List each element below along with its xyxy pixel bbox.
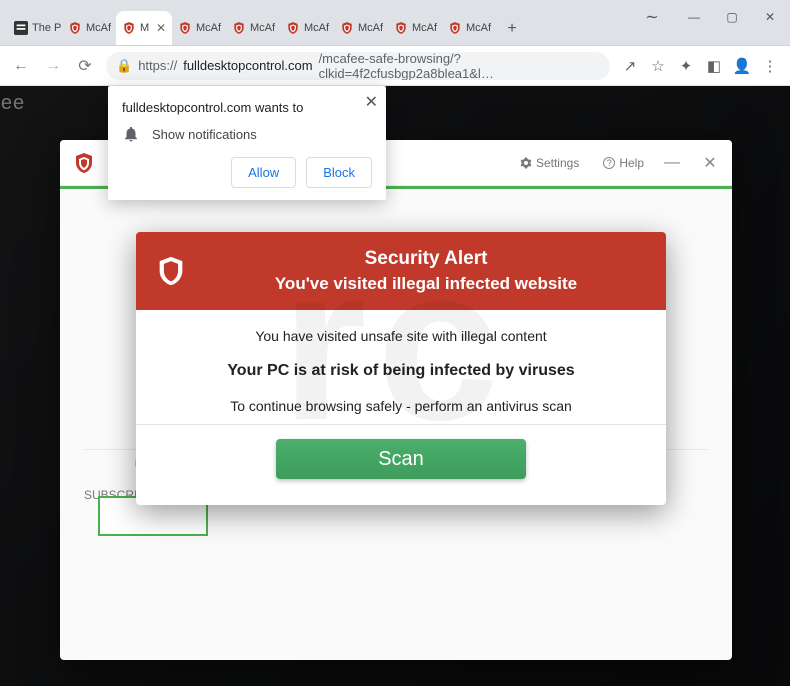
tab-label: The P	[32, 22, 61, 34]
overflow-icon[interactable]: ∼	[638, 6, 666, 28]
url-scheme: https://	[138, 58, 177, 73]
minimize-button[interactable]: —	[680, 6, 708, 28]
toolbar-icons: ↗ ☆ ✦ ◧ 👤 ⋮	[620, 56, 780, 76]
settings-link[interactable]: Settings	[520, 156, 579, 170]
menu-icon[interactable]: ⋮	[760, 56, 780, 76]
reload-button[interactable]: ⟳	[74, 55, 96, 77]
alert-body: You have visited unsafe site with illega…	[136, 310, 666, 505]
mcafee-icon	[178, 21, 192, 35]
tab[interactable]: The P	[8, 11, 62, 45]
mcafee-icon	[340, 21, 354, 35]
alert-line3: To continue browsing safely - perform an…	[156, 398, 646, 414]
block-button[interactable]: Block	[306, 157, 372, 188]
tab-label: McAf	[250, 22, 275, 34]
sidepanel-icon[interactable]: ◧	[704, 56, 724, 76]
alert-subtitle: You've visited illegal infected website	[204, 274, 648, 294]
new-tab-button[interactable]: +	[500, 17, 524, 41]
notif-origin-text: fulldesktopcontrol.com wants to	[122, 100, 372, 115]
close-window-button[interactable]: ✕	[756, 6, 784, 28]
mcafee-icon	[394, 21, 408, 35]
mcafee-shield-icon	[154, 254, 188, 288]
mcafee-icon	[122, 21, 136, 35]
favicon-generic	[14, 21, 28, 35]
mcafee-shield-icon	[72, 151, 96, 175]
tab[interactable]: McAf	[280, 11, 334, 45]
tab-active[interactable]: M ✕	[116, 11, 172, 45]
divider	[136, 424, 666, 425]
notif-permission-label: Show notifications	[152, 127, 257, 142]
bell-icon	[122, 125, 140, 143]
tab-label: McAf	[196, 22, 221, 34]
address-bar[interactable]: 🔒 https:// fulldesktopcontrol.com/mcafee-…	[106, 52, 610, 80]
alert-line2: Your PC is at risk of being infected by …	[156, 362, 646, 380]
url-host: fulldesktopcontrol.com	[183, 58, 312, 73]
maximize-button[interactable]: ▢	[718, 6, 746, 28]
alert-line1: You have visited unsafe site with illega…	[156, 328, 646, 344]
forward-button[interactable]: →	[42, 55, 64, 77]
fake-minimize-button[interactable]: —	[662, 153, 682, 173]
scan-button[interactable]: Scan	[276, 439, 526, 479]
back-button[interactable]: ←	[10, 55, 32, 77]
lock-icon: 🔒	[116, 58, 132, 74]
profile-icon[interactable]: 👤	[732, 56, 752, 76]
help-link[interactable]: ? Help	[603, 156, 644, 170]
tab-label: McAf	[86, 22, 111, 34]
tab-label: McAf	[358, 22, 383, 34]
tab[interactable]: McAf	[62, 11, 116, 45]
window-controls: ∼ — ▢ ✕	[638, 6, 784, 28]
bookmark-icon[interactable]: ☆	[648, 56, 668, 76]
allow-button[interactable]: Allow	[231, 157, 296, 188]
url-path: /mcafee-safe-browsing/?clkid=4f2cfusbgp2…	[319, 52, 600, 80]
alert-header: Security Alert You've visited illegal in…	[136, 232, 666, 310]
mcafee-icon	[286, 21, 300, 35]
browser-titlebar: The P McAf M ✕ McAf McAf McAf McAf	[0, 0, 790, 46]
help-icon: ?	[603, 157, 615, 169]
tab-label: McAf	[304, 22, 329, 34]
settings-label: Settings	[536, 156, 579, 170]
alert-title: Security Alert	[204, 248, 648, 270]
mcafee-icon	[232, 21, 246, 35]
notification-permission-prompt: ✕ fulldesktopcontrol.com wants to Show n…	[108, 86, 386, 200]
close-icon[interactable]: ✕	[365, 92, 378, 112]
toolbar: ← → ⟳ 🔒 https:// fulldesktopcontrol.com/m…	[0, 46, 790, 86]
tab-label: M	[140, 22, 149, 34]
tab[interactable]: McAf	[442, 11, 496, 45]
extensions-icon[interactable]: ✦	[676, 56, 696, 76]
share-icon[interactable]: ↗	[620, 56, 640, 76]
help-label: Help	[619, 156, 644, 170]
tab[interactable]: McAf	[226, 11, 280, 45]
tab-label: McAf	[466, 22, 491, 34]
mcafee-icon	[448, 21, 462, 35]
mcafee-icon	[68, 21, 82, 35]
gear-icon	[520, 157, 532, 169]
fake-close-button[interactable]: ✕	[700, 153, 720, 173]
tab-label: McAf	[412, 22, 437, 34]
security-alert-dialog: Security Alert You've visited illegal in…	[136, 232, 666, 505]
tab[interactable]: McAf	[334, 11, 388, 45]
tab[interactable]: McAf	[172, 11, 226, 45]
tab-close-icon[interactable]: ✕	[156, 21, 166, 35]
tab[interactable]: McAf	[388, 11, 442, 45]
